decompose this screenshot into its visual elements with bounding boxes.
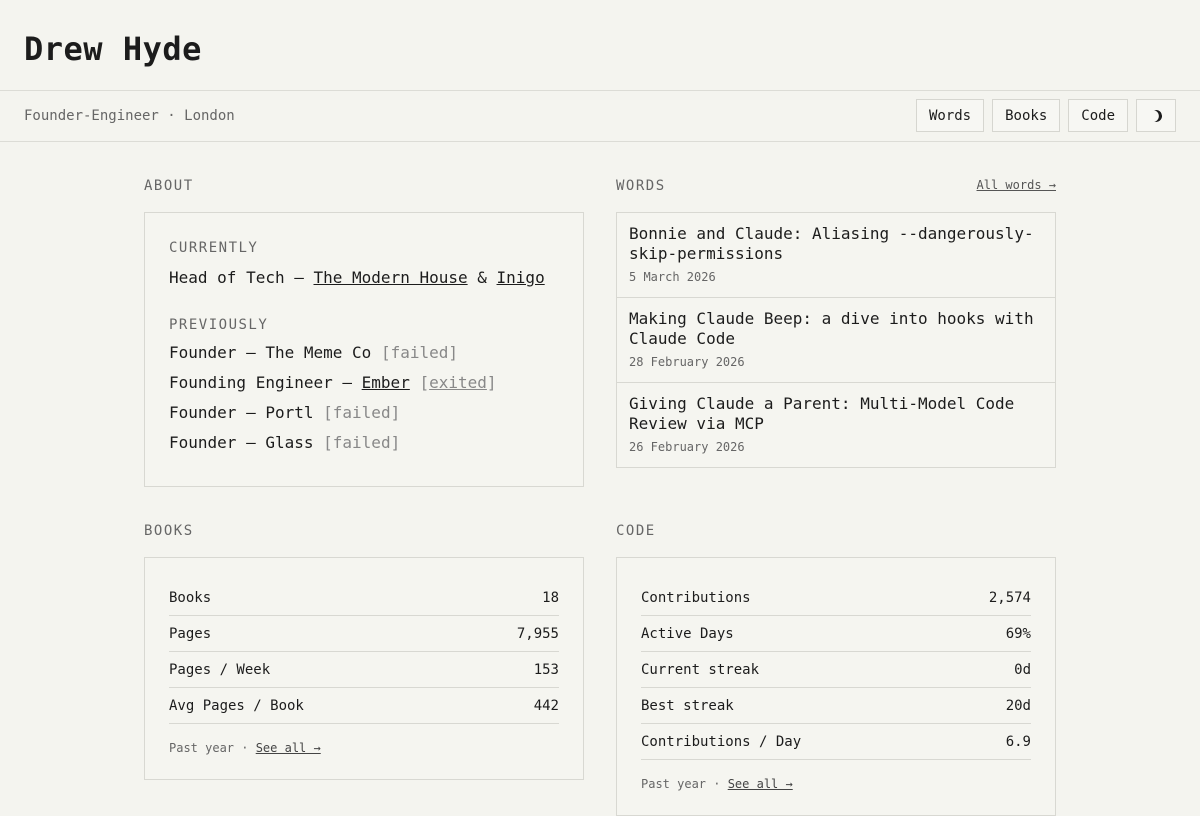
previous-company: Glass — [265, 433, 314, 452]
stat-value: 20d — [1005, 698, 1031, 714]
books-card: Books 18 Pages 7,955 Pages / Week 153 Av… — [144, 557, 584, 780]
stat-name: Contributions / Day — [641, 734, 802, 750]
stat-name: Active Days — [641, 626, 734, 642]
stat-row: Books 18 — [169, 582, 559, 616]
stat-name: Current streak — [641, 662, 760, 678]
company-link-the-modern-house[interactable]: The Modern House — [314, 268, 468, 287]
stat-value: 18 — [542, 590, 559, 606]
stat-value: 69% — [1005, 626, 1031, 642]
previously-label: PREVIOUSLY — [169, 317, 269, 333]
stat-name: Pages / Week — [169, 662, 271, 678]
stat-row: Current streak 0d — [641, 652, 1031, 688]
previous-roles-list: Founder — The Meme Co [failed] Founding … — [169, 342, 559, 454]
words-header: WORDS All words → — [616, 176, 1056, 196]
stat-row: Contributions 2,574 — [641, 582, 1031, 616]
current-role-title: Head of Tech — — [169, 268, 314, 287]
stat-row: Avg Pages / Book 442 — [169, 688, 559, 724]
previous-role-title: Founder — — [169, 403, 266, 422]
nav-code-button[interactable]: Code — [1068, 99, 1128, 132]
post-item[interactable]: Making Claude Beep: a dive into hooks wi… — [617, 298, 1055, 383]
stat-name: Contributions — [641, 590, 751, 606]
stat-name: Best streak — [641, 698, 734, 714]
previous-role-status: [failed] — [380, 343, 458, 362]
company-link-ember[interactable]: Ember — [362, 373, 410, 392]
stat-row: Active Days 69% — [641, 616, 1031, 652]
code-heading: CODE — [616, 523, 656, 539]
books-section: BOOKS Books 18 Pages 7,955 Pages / Week … — [144, 521, 584, 780]
site-header: Drew Hyde — [0, 0, 1200, 91]
post-title[interactable]: Bonnie and Claude: Aliasing --dangerousl… — [629, 224, 1043, 264]
previous-role-item: Founder — The Meme Co [failed] — [169, 342, 559, 364]
stat-value: 0d — [1014, 662, 1031, 678]
company-link-inigo[interactable]: Inigo — [497, 268, 545, 287]
previous-role-item: Founder — Glass [failed] — [169, 432, 559, 454]
books-heading: BOOKS — [144, 523, 194, 539]
post-title[interactable]: Giving Claude a Parent: Multi-Model Code… — [629, 394, 1043, 434]
previous-role-item: Founder — Portl [failed] — [169, 402, 559, 424]
previous-role-title: Founding Engineer — — [169, 373, 362, 392]
stat-value: 6.9 — [1005, 734, 1031, 750]
moon-icon — [1148, 108, 1163, 123]
previous-role-title: Founder — — [169, 343, 266, 362]
previous-role-status: [failed] — [323, 403, 401, 422]
stat-name: Avg Pages / Book — [169, 698, 304, 714]
theme-toggle-button[interactable] — [1136, 99, 1176, 132]
nav-words-button[interactable]: Words — [915, 99, 985, 132]
stat-row: Contributions / Day 6.9 — [641, 724, 1031, 760]
stat-row: Pages / Week 153 — [169, 652, 559, 688]
see-all-books-link[interactable]: See all → — [256, 741, 321, 755]
code-footer: Past year · See all → — [641, 760, 1031, 815]
stat-value: 2,574 — [988, 590, 1031, 606]
previous-role-status: [exited] — [419, 373, 497, 392]
previous-company: Portl — [265, 403, 314, 422]
site-title[interactable]: Drew Hyde — [24, 29, 202, 69]
stat-value: 7,955 — [516, 626, 559, 642]
role-joiner: & — [467, 268, 497, 287]
previous-role-status: [failed] — [323, 433, 401, 452]
post-date: 28 February 2026 — [629, 355, 745, 369]
sub-navigation-bar: Founder-Engineer · London Words Books Co… — [0, 91, 1200, 142]
code-section: CODE Contributions 2,574 Active Days 69%… — [616, 521, 1056, 816]
post-date: 26 February 2026 — [629, 440, 745, 454]
footer-period: Past year · — [169, 741, 256, 755]
exit-status-link[interactable]: exited — [429, 373, 487, 392]
books-footer: Past year · See all → — [169, 724, 559, 779]
stat-value: 442 — [533, 698, 559, 714]
stat-name: Pages — [169, 626, 212, 642]
main-nav: Words Books Code — [915, 99, 1176, 132]
tagline: Founder-Engineer · London — [24, 108, 235, 124]
previous-company: The Meme Co — [265, 343, 372, 362]
previous-role-item: Founding Engineer — Ember [exited] — [169, 372, 559, 394]
nav-books-button[interactable]: Books — [992, 99, 1061, 132]
all-words-link[interactable]: All words → — [977, 178, 1056, 192]
post-item[interactable]: Bonnie and Claude: Aliasing --dangerousl… — [617, 213, 1055, 298]
footer-period: Past year · — [641, 777, 728, 791]
previous-role-title: Founder — — [169, 433, 266, 452]
stat-name: Books — [169, 590, 212, 606]
current-role: Head of Tech — The Modern House & Inigo — [169, 267, 559, 289]
about-card: CURRENTLY Head of Tech — The Modern Hous… — [144, 212, 584, 487]
words-card: Bonnie and Claude: Aliasing --dangerousl… — [616, 212, 1056, 468]
post-title[interactable]: Making Claude Beep: a dive into hooks wi… — [629, 309, 1043, 349]
post-item[interactable]: Giving Claude a Parent: Multi-Model Code… — [617, 383, 1055, 467]
words-section: WORDS All words → Bonnie and Claude: Ali… — [616, 176, 1056, 468]
about-heading: ABOUT — [144, 178, 194, 194]
post-date: 5 March 2026 — [629, 270, 716, 284]
see-all-code-link[interactable]: See all → — [728, 777, 793, 791]
currently-label: CURRENTLY — [169, 240, 259, 256]
stat-row: Pages 7,955 — [169, 616, 559, 652]
stat-row: Best streak 20d — [641, 688, 1031, 724]
stat-value: 153 — [533, 662, 559, 678]
code-card: Contributions 2,574 Active Days 69% Curr… — [616, 557, 1056, 816]
about-section: ABOUT CURRENTLY Head of Tech — The Moder… — [144, 176, 584, 487]
